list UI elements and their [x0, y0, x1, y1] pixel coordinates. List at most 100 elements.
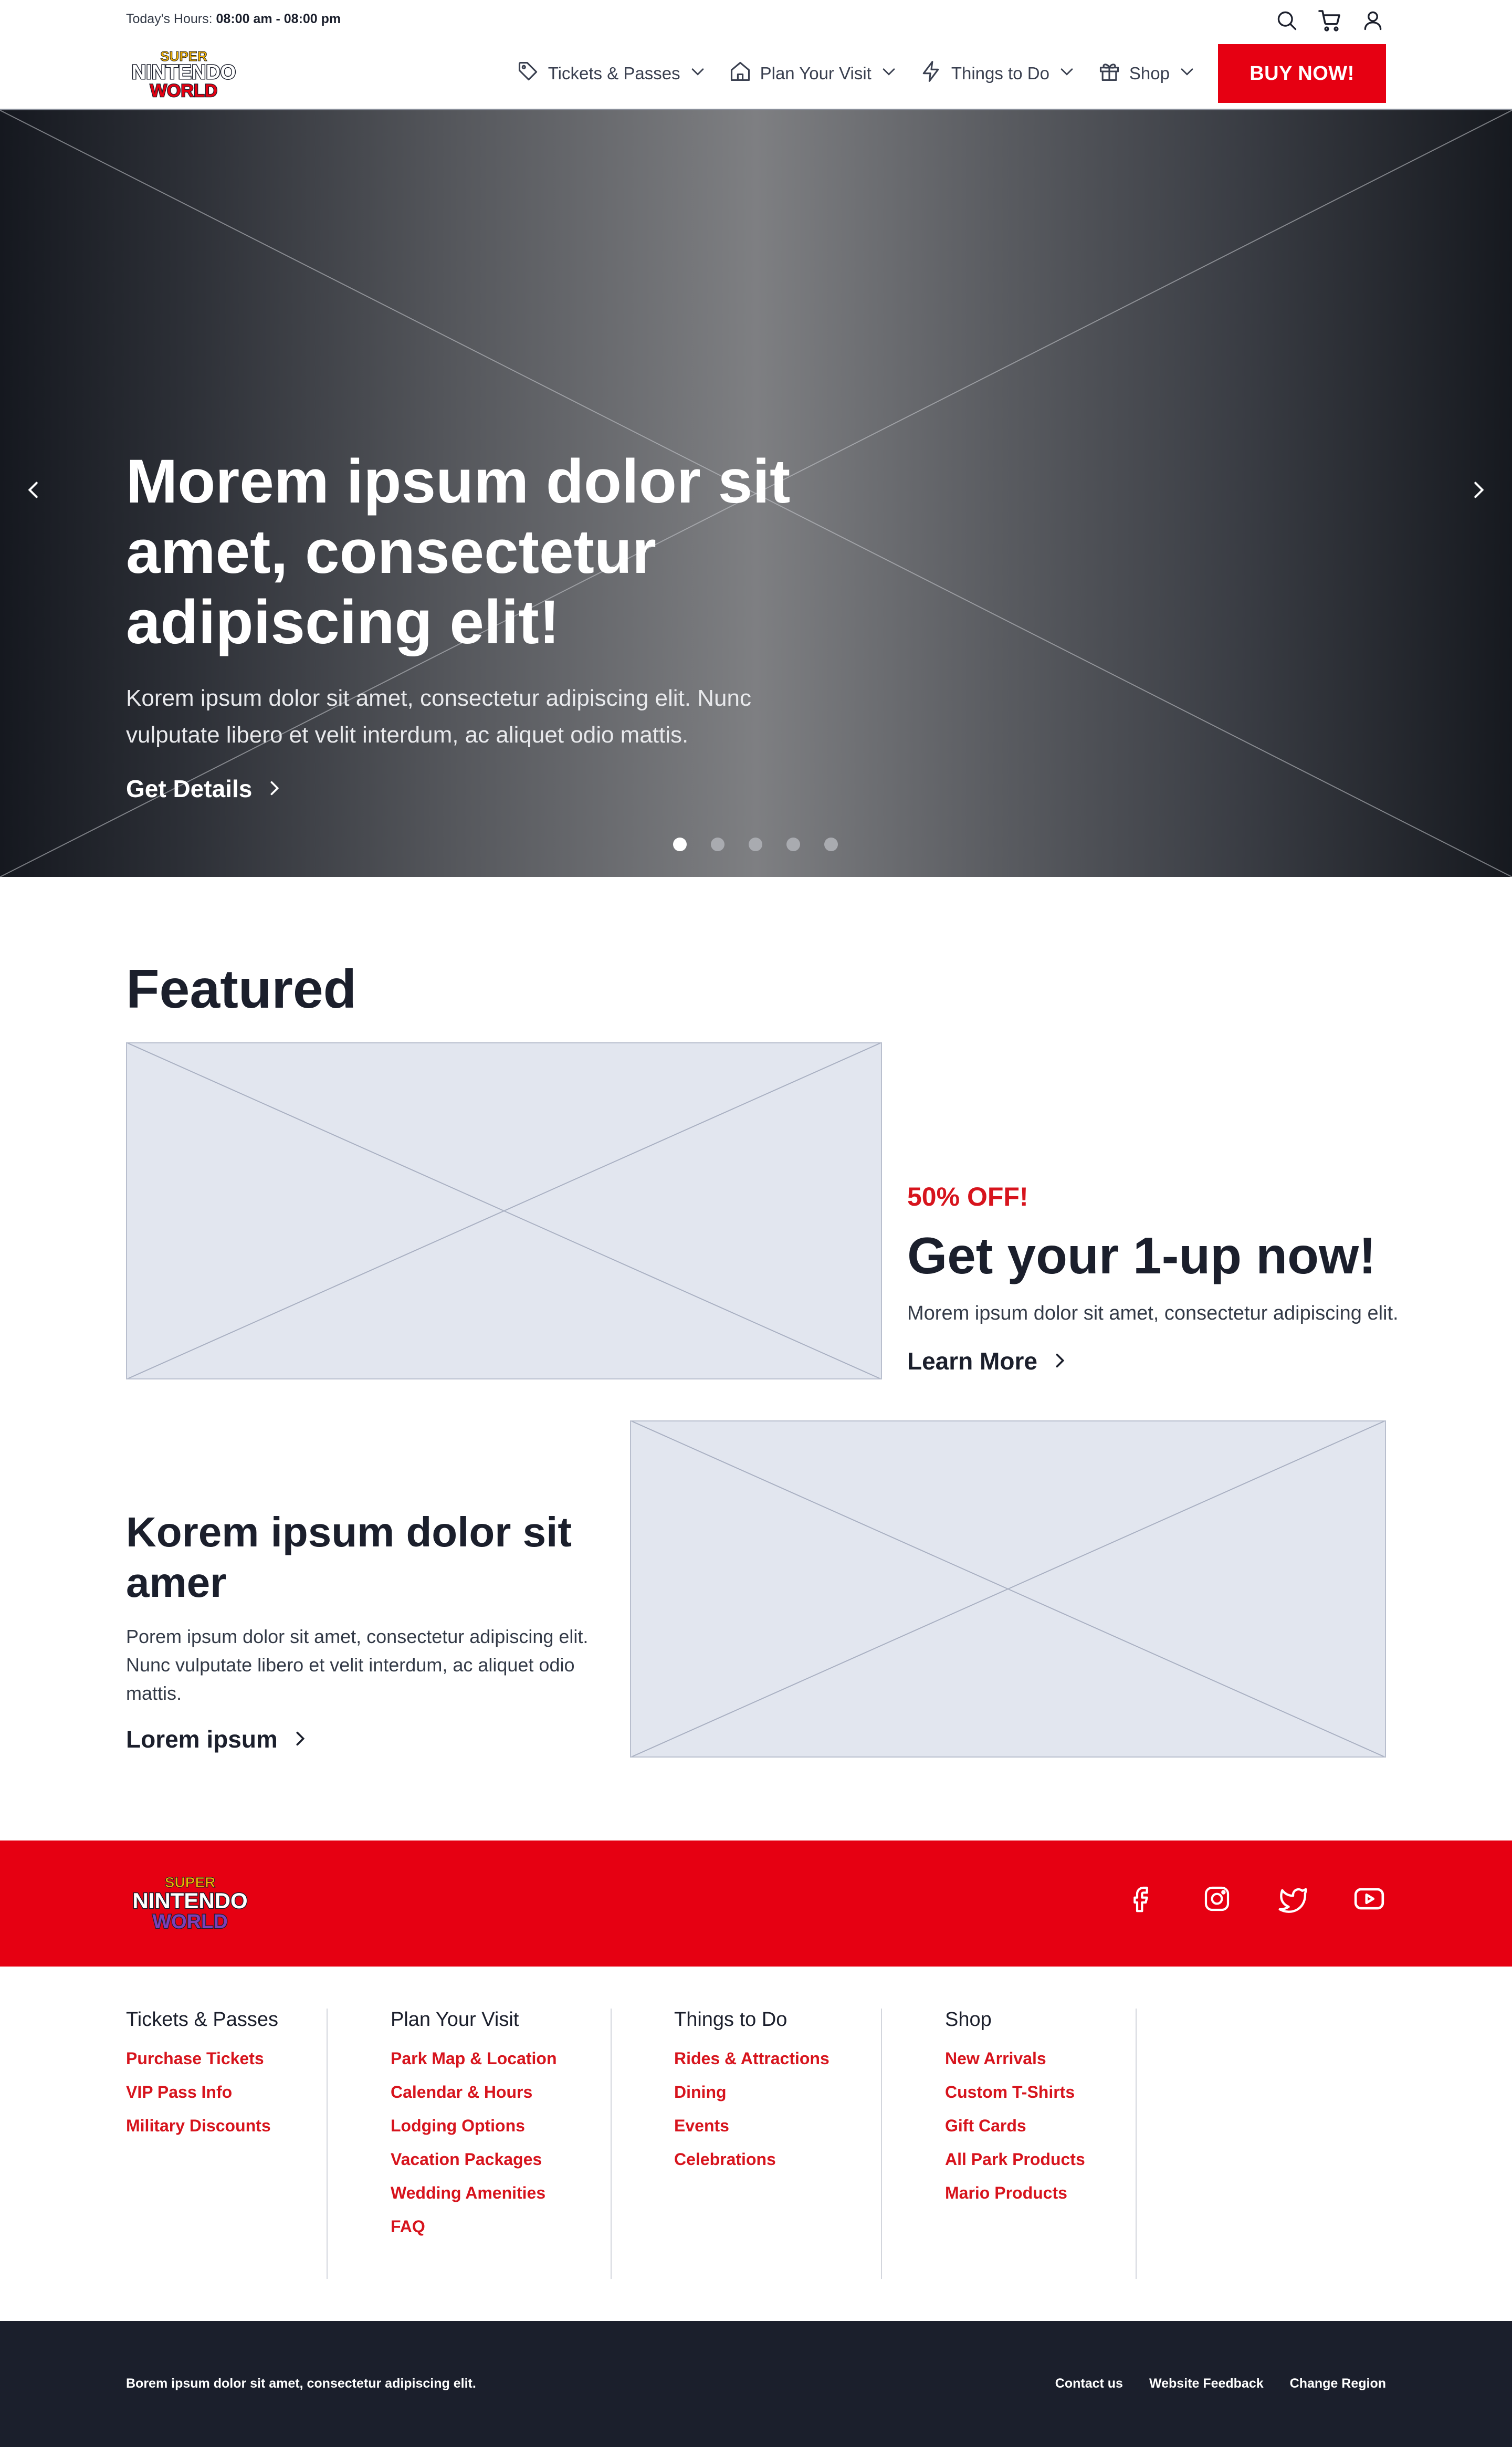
promo-badge: 50% OFF!: [907, 1182, 1028, 1211]
footer-column-tickets: Tickets & Passes Purchase Tickets VIP Pa…: [126, 2009, 326, 2279]
change-region-link[interactable]: Change Region: [1290, 2376, 1386, 2391]
carousel-prev-button[interactable]: [15, 473, 51, 509]
carousel-dot-2[interactable]: [711, 838, 724, 851]
cart-icon[interactable]: [1317, 7, 1343, 34]
promo-image-placeholder: [126, 1042, 882, 1379]
contact-us-link[interactable]: Contact us: [1055, 2376, 1123, 2391]
chevron-down-icon: [880, 62, 898, 85]
chevron-down-icon: [1178, 62, 1196, 85]
footer-link[interactable]: VIP Pass Info: [126, 2075, 326, 2109]
nav-label: Shop: [1129, 64, 1170, 83]
carousel-next-button[interactable]: [1461, 473, 1497, 509]
learn-more-link[interactable]: Learn More: [907, 1347, 1069, 1375]
lorem-ipsum-link[interactable]: Lorem ipsum: [126, 1725, 309, 1753]
footer-link[interactable]: Military Discounts: [126, 2109, 326, 2142]
footer-divider: [611, 2009, 612, 2279]
footer-column-title: Plan Your Visit: [391, 2009, 519, 2031]
footer-bottom-links: Contact us Website Feedback Change Regio…: [1055, 2376, 1386, 2391]
chevron-right-icon: [1468, 479, 1489, 503]
footer-link[interactable]: Wedding Amenities: [391, 2176, 601, 2210]
nav-label: Plan Your Visit: [760, 64, 872, 83]
tag-icon: [517, 60, 540, 87]
twitter-icon[interactable]: [1276, 1881, 1310, 1916]
learn-more-label: Learn More: [907, 1347, 1037, 1375]
get-details-label: Get Details: [126, 775, 253, 802]
footer-link[interactable]: Park Map & Location: [391, 2042, 601, 2075]
footer-column-title: Shop: [945, 2009, 992, 2031]
carousel-dot-5[interactable]: [824, 838, 838, 851]
footer-link[interactable]: All Park Products: [945, 2142, 1134, 2176]
footer-link[interactable]: Calendar & Hours: [391, 2075, 601, 2109]
lorem-ipsum-label: Lorem ipsum: [126, 1726, 278, 1753]
card-image-placeholder: [630, 1420, 1386, 1758]
chevron-right-icon: [1051, 1347, 1069, 1375]
promo-title: Get your 1-up now!: [907, 1227, 1376, 1284]
footer-link[interactable]: New Arrivals: [945, 2042, 1134, 2075]
footer-link[interactable]: FAQ: [391, 2210, 601, 2243]
chevron-left-icon: [23, 479, 44, 503]
carousel-dot-3[interactable]: [749, 838, 762, 851]
chevron-down-icon: [689, 62, 707, 85]
footer-column-things: Things to Do Rides & Attractions Dining …: [674, 2009, 874, 2279]
footer-legal-text: Borem ipsum dolor sit amet, consectetur …: [126, 2376, 476, 2391]
user-icon[interactable]: [1360, 7, 1386, 34]
footer-link[interactable]: Vacation Packages: [391, 2142, 601, 2176]
get-details-link[interactable]: Get Details: [126, 775, 284, 803]
footer-column-plan: Plan Your Visit Park Map & Location Cale…: [391, 2009, 601, 2279]
footer-divider: [881, 2009, 882, 2279]
footer-link[interactable]: Mario Products: [945, 2176, 1134, 2210]
card-title: Korem ipsum dolor sit amer: [126, 1509, 572, 1606]
instagram-icon[interactable]: [1200, 1881, 1234, 1916]
utility-icons: [1274, 7, 1386, 34]
gift-icon: [1098, 60, 1121, 87]
footer-link[interactable]: Events: [674, 2109, 874, 2142]
footer-link[interactable]: Dining: [674, 2075, 874, 2109]
logo-nintendo: NINTENDO: [132, 1888, 247, 1913]
chevron-down-icon: [1058, 62, 1076, 85]
nav-label: Tickets & Passes: [548, 64, 680, 83]
nav-shop[interactable]: Shop: [1098, 60, 1196, 87]
chevron-right-icon: [266, 775, 284, 803]
nav-plan-your-visit[interactable]: Plan Your Visit: [729, 60, 898, 87]
facebook-icon[interactable]: [1124, 1881, 1158, 1916]
footer-link[interactable]: Gift Cards: [945, 2109, 1134, 2142]
logo-nintendo: NINTENDO: [132, 61, 236, 83]
footer-link[interactable]: Rides & Attractions: [674, 2042, 874, 2075]
nav-things-to-do[interactable]: Things to Do: [920, 60, 1076, 87]
footer-link[interactable]: Custom T-Shirts: [945, 2075, 1134, 2109]
footer-link[interactable]: Purchase Tickets: [126, 2042, 326, 2075]
site-header: Today's Hours: 08:00 am - 08:00 pm SUPER…: [0, 0, 1512, 110]
carousel-dot-1[interactable]: [673, 838, 687, 851]
carousel-dots: [673, 838, 838, 851]
footer-link[interactable]: Celebrations: [674, 2142, 874, 2176]
social-links: [1124, 1881, 1386, 1916]
youtube-icon[interactable]: [1352, 1881, 1386, 1916]
nav-label: Things to Do: [951, 64, 1049, 83]
house-icon: [729, 60, 752, 87]
logo-world: WORLD: [150, 81, 217, 101]
hero-title: Morem ipsum dolor sit amet, consectetur …: [126, 447, 791, 657]
website-feedback-link[interactable]: Website Feedback: [1149, 2376, 1264, 2391]
footer-column-title: Tickets & Passes: [126, 2009, 279, 2031]
hero-subtitle: Korem ipsum dolor sit amet, consectetur …: [126, 685, 751, 748]
promo-description: Morem ipsum dolor sit amet, consectetur …: [907, 1302, 1399, 1324]
footer-divider: [1136, 2009, 1137, 2279]
featured-heading: Featured: [126, 959, 357, 1020]
footer-column-shop: Shop New Arrivals Custom T-Shirts Gift C…: [945, 2009, 1134, 2279]
nav-tickets-passes[interactable]: Tickets & Passes: [517, 60, 707, 87]
logo-world: WORLD: [152, 1911, 228, 1933]
footer-link[interactable]: Lodging Options: [391, 2109, 601, 2142]
chevron-right-icon: [291, 1725, 309, 1753]
site-logo[interactable]: SUPER NINTENDO WORLD: [126, 44, 242, 102]
buy-now-button[interactable]: BUY NOW!: [1218, 44, 1386, 103]
footer-divider: [327, 2009, 328, 2279]
hours-label: Today's Hours:: [126, 12, 213, 26]
todays-hours: Today's Hours: 08:00 am - 08:00 pm: [126, 12, 341, 27]
carousel-dot-4[interactable]: [786, 838, 800, 851]
lightning-icon: [920, 60, 943, 87]
main-nav: Tickets & Passes Plan Your Visit Things …: [517, 44, 1386, 103]
card-description: Porem ipsum dolor sit amet, consectetur …: [126, 1626, 589, 1704]
hours-value: 08:00 am - 08:00 pm: [216, 12, 341, 26]
footer-logo[interactable]: SUPER NINTENDO WORLD: [126, 1869, 255, 1935]
search-icon[interactable]: [1274, 7, 1300, 34]
